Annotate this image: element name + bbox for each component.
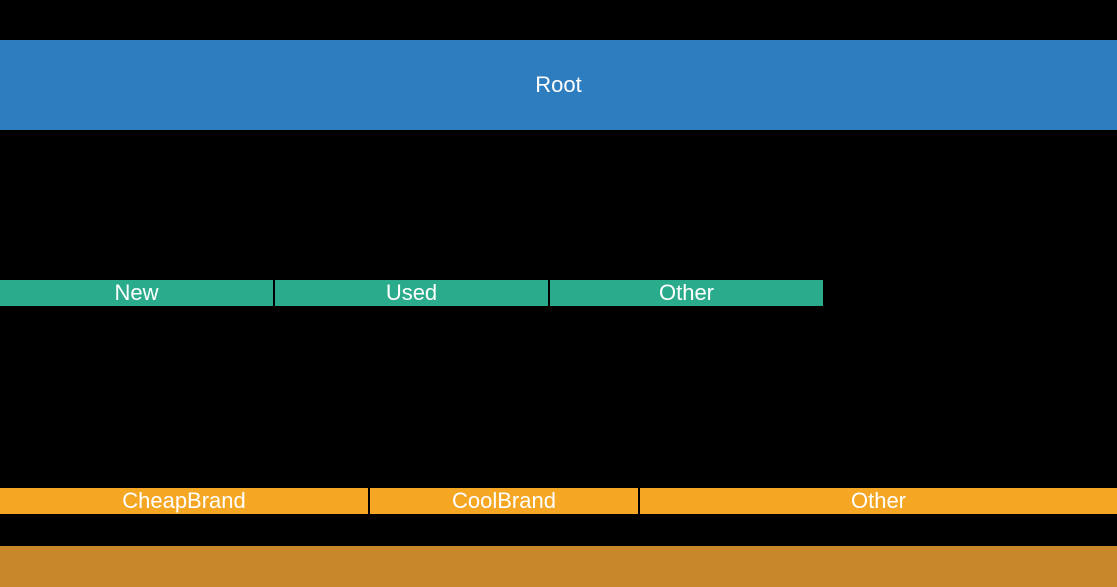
brand-other-segment[interactable]: Other	[640, 488, 1117, 514]
root-bar: Root	[0, 40, 1117, 130]
brand-coolbrand-label: CoolBrand	[452, 488, 556, 514]
condition-new-label: New	[114, 280, 158, 306]
root-label: Root	[535, 72, 581, 98]
condition-bar: New Used Other	[0, 248, 1117, 338]
condition-other-label: Other	[659, 280, 714, 306]
condition-new-segment[interactable]: New	[0, 280, 275, 306]
condition-other-segment[interactable]: Other	[550, 280, 825, 306]
condition-used-label: Used	[386, 280, 437, 306]
brand-cheapbrand-label: CheapBrand	[122, 488, 246, 514]
brand-other-label: Other	[851, 488, 906, 514]
condition-used-segment[interactable]: Used	[275, 280, 550, 306]
brand-coolbrand-segment[interactable]: CoolBrand	[370, 488, 640, 514]
brand-cheapbrand-segment[interactable]: CheapBrand	[0, 488, 370, 514]
brand-bar: CheapBrand CoolBrand Other	[0, 456, 1117, 546]
bottom-stripe	[0, 546, 1117, 587]
